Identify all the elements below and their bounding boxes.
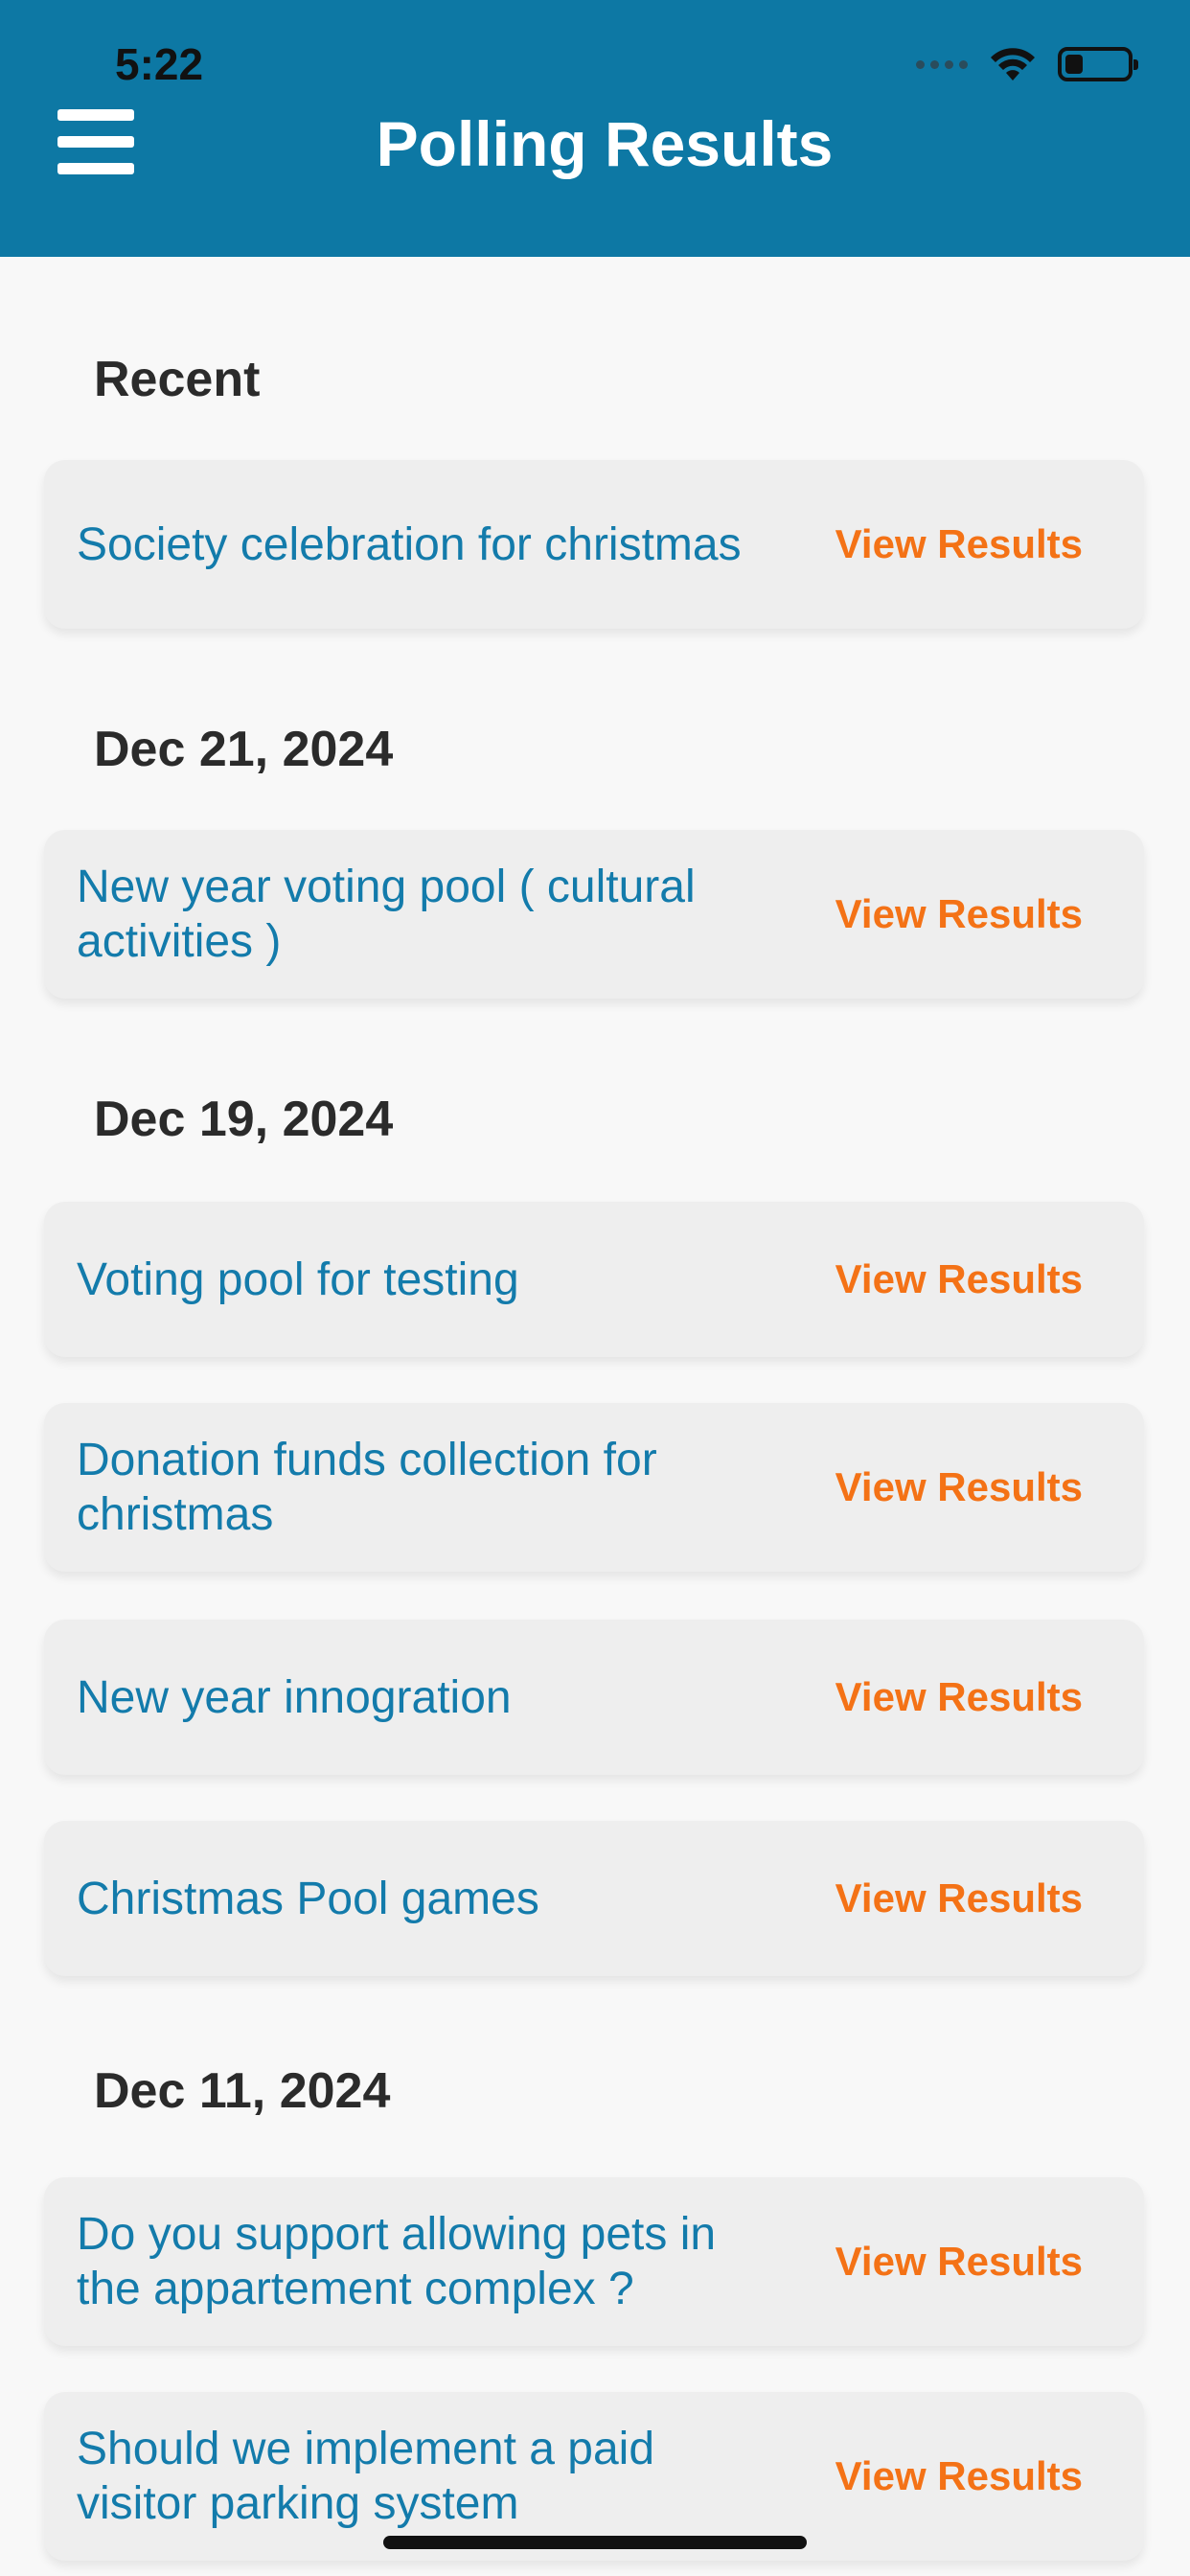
poll-card[interactable]: Do you support allowing pets in the appa… <box>44 2177 1144 2346</box>
section-label-date: Dec 19, 2024 <box>94 1092 394 1147</box>
poll-card[interactable]: Society celebration for christmas View R… <box>44 460 1144 629</box>
poll-title: Do you support allowing pets in the appa… <box>77 2209 717 2314</box>
section-label-recent: Recent <box>94 352 261 407</box>
view-results-button[interactable]: View Results <box>835 1875 1083 1921</box>
poll-title: Voting pool for testing <box>77 1254 519 1305</box>
poll-card[interactable]: New year innogration View Results <box>44 1620 1144 1775</box>
battery-icon <box>1058 47 1138 81</box>
wifi-icon <box>991 48 1035 80</box>
view-results-button[interactable]: View Results <box>835 2239 1083 2285</box>
cellular-signal-icon <box>916 59 968 69</box>
poll-title: Donation funds collection for christmas <box>77 1435 657 1540</box>
view-results-button[interactable]: View Results <box>835 1256 1083 1302</box>
status-time: 5:22 <box>115 39 204 89</box>
poll-card[interactable]: Voting pool for testing View Results <box>44 1202 1144 1357</box>
view-results-button[interactable]: View Results <box>835 521 1083 567</box>
poll-title: Christmas Pool games <box>77 1873 539 1924</box>
poll-card[interactable]: New year voting pool ( cultural activiti… <box>44 830 1144 999</box>
page-title: Polling Results <box>376 108 834 179</box>
poll-card[interactable]: Christmas Pool games View Results <box>44 1821 1144 1976</box>
poll-title: New year innogration <box>77 1671 512 1723</box>
view-results-button[interactable]: View Results <box>835 891 1083 937</box>
section-label-date: Dec 21, 2024 <box>94 722 394 777</box>
section-label-date: Dec 11, 2024 <box>94 2063 391 2119</box>
view-results-button[interactable]: View Results <box>835 1674 1083 1720</box>
poll-title: Should we implement a paid visitor parki… <box>77 2424 655 2529</box>
app-header: 5:22 Polling Results <box>0 0 1190 257</box>
status-icons <box>916 46 1138 82</box>
poll-title: New year voting pool ( cultural activiti… <box>77 862 696 967</box>
poll-card[interactable]: Donation funds collection for christmas … <box>44 1403 1144 1572</box>
poll-title: Society celebration for christmas <box>77 518 742 570</box>
view-results-button[interactable]: View Results <box>835 2453 1083 2499</box>
home-indicator[interactable] <box>383 2536 807 2549</box>
view-results-button[interactable]: View Results <box>835 1464 1083 1510</box>
